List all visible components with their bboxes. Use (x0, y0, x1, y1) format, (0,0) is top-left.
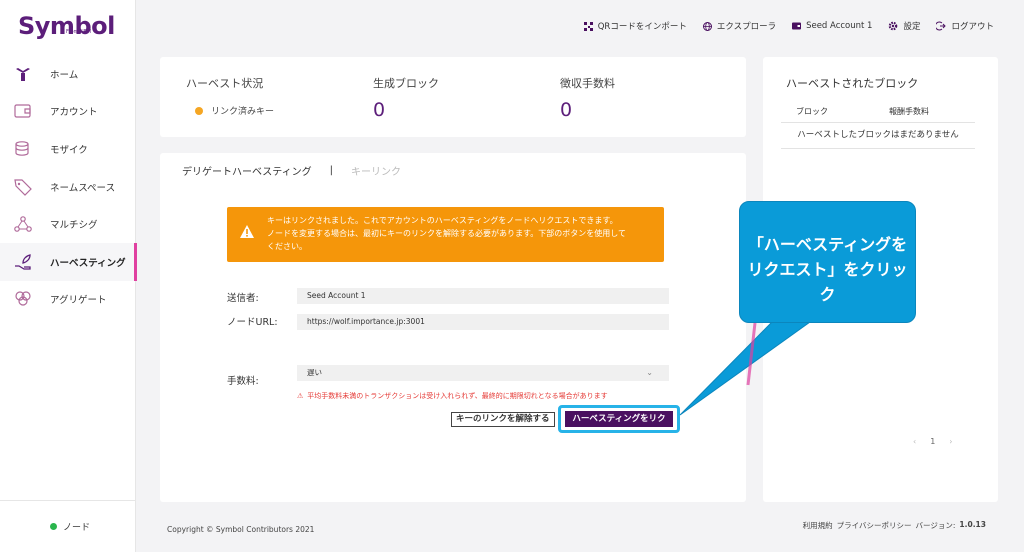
sidebar-item-account[interactable]: アカウント (0, 93, 136, 131)
symbol-logo[interactable]: Symbol (18, 12, 115, 40)
sidebar-item-label: モザイク (50, 144, 88, 156)
tabs: デリゲートハーベスティング | キーリンク (182, 163, 401, 178)
explorer-link[interactable]: エクスプローラ (702, 20, 777, 32)
node-label: ノード (63, 523, 91, 533)
qr-icon (583, 21, 593, 31)
explorer-label: エクスプローラ (716, 22, 777, 32)
notice-line: ください。 (267, 242, 307, 251)
harvested-blocks-title: ハーベストされたブロック (786, 77, 919, 90)
sidebar-item-multisig[interactable]: マルチシグ (0, 205, 136, 243)
sidebar-item-harvesting[interactable]: ハーベスティング (0, 242, 137, 281)
version-value: 1.0.13 (959, 520, 986, 529)
mosaic-icon (13, 139, 33, 159)
logo-subtitle: From NEM (66, 29, 92, 35)
column-block: ブロック (796, 107, 828, 116)
logout-icon (936, 21, 947, 31)
chevron-down-icon: ⌄ (646, 368, 653, 377)
sidebar-item-label: アグリゲート (50, 295, 107, 307)
request-harvesting-button[interactable]: ハーベスティングをリク (565, 411, 673, 427)
sidebar-item-aggregate[interactable]: アグリゲート (0, 281, 136, 319)
key-linked-notice: キーはリンクされました。これでアカウントのハーベスティングをノードへリクエストで… (227, 207, 664, 262)
settings-link[interactable]: 設定 (888, 20, 920, 32)
next-page-icon[interactable]: › (949, 437, 952, 446)
notice-line: ノードを変更する場合は、最初にキーのリンクを解除する必要があります。下部のボタン… (267, 229, 626, 238)
harvesting-form-card: デリゲートハーベスティング | キーリンク キーはリンクされました。これでアカウ… (160, 153, 746, 502)
tab-separator: | (329, 165, 333, 176)
fee-warning: ⚠ 平均手数料未満のトランザクションは受け入れられず、最終的に期限切れとなる場合… (297, 391, 608, 401)
empty-message: ハーベストしたブロックはまだありません (781, 123, 975, 149)
tab-delegated-harvesting[interactable]: デリゲートハーベスティング (182, 163, 312, 178)
multisig-icon (13, 214, 33, 234)
prev-page-icon[interactable]: ‹ (913, 437, 916, 446)
request-button-highlight: ハーベスティングをリク (558, 405, 680, 433)
fee-label: 手数料: (227, 376, 259, 387)
sidebar: Symbol From NEM ホーム アカウント モザイク ネームスペース マ… (0, 0, 137, 552)
callout-line: 「ハーベスティングを (747, 235, 908, 254)
globe-icon (702, 21, 712, 31)
node-status[interactable]: ノード (50, 520, 90, 533)
column-reward: 報酬手数料 (889, 107, 929, 116)
sidebar-item-label: ホーム (50, 69, 79, 81)
tab-key-link[interactable]: キーリンク (351, 163, 401, 178)
instruction-callout: 「ハーベスティングを リクエスト」をクリック (739, 201, 916, 323)
table-header: ブロック 報酬手数料 (781, 101, 975, 123)
privacy-link[interactable]: プライバシーポリシー (837, 520, 912, 531)
sender-field[interactable]: Seed Account 1 (297, 288, 669, 304)
fees-value: 0 (560, 99, 573, 121)
alert-icon: ⚠ (297, 392, 304, 400)
fees-label: 徴収手数料 (560, 77, 615, 90)
linked-key-status: リンク済みキー (195, 104, 274, 117)
version-label: バージョン: (915, 521, 956, 530)
aggregate-icon (13, 289, 33, 309)
gear-icon (889, 21, 898, 31)
logo-text: Symbol (18, 12, 115, 40)
fee-selected-value: 遅い (307, 368, 322, 377)
linked-key-label: リンク済みキー (211, 107, 275, 117)
fee-warning-text: 平均手数料未満のトランザクションは受け入れられず、最終的に期限切れとなる場合があ… (307, 392, 608, 400)
sidebar-item-mosaic[interactable]: モザイク (0, 130, 136, 168)
copyright: Copyright © Symbol Contributors 2021 (167, 525, 315, 534)
harvesting-icon (13, 252, 33, 272)
node-url-label: ノードURL: (227, 317, 278, 328)
blocks-value: 0 (373, 99, 386, 121)
account-icon (13, 101, 33, 121)
node-status-dot (50, 523, 57, 530)
logout-link[interactable]: ログアウト (936, 20, 994, 32)
notice-line: キーはリンクされました。これでアカウントのハーベスティングをノードへリクエストで… (267, 216, 618, 225)
sidebar-item-home[interactable]: ホーム (0, 55, 136, 93)
qr-import-label: QRコードをインポート (597, 22, 687, 32)
callout-line: リクエスト」をクリック (747, 260, 908, 304)
page-number[interactable]: 1 (930, 437, 935, 446)
account-link[interactable]: Seed Account 1 (792, 21, 872, 31)
status-dot (195, 106, 203, 115)
harvest-status-card: ハーベスト状況 リンク済みキー 生成ブロック 0 徴収手数料 0 (160, 57, 746, 137)
top-bar: QRコードをインポート エクスプローラ Seed Account 1 設定 ログ… (568, 20, 994, 32)
sidebar-item-namespace[interactable]: ネームスペース (0, 168, 136, 206)
warning-icon (239, 224, 255, 262)
notice-text: キーはリンクされました。これでアカウントのハーベスティングをノードへリクエストで… (267, 214, 626, 262)
sidebar-nav: ホーム アカウント モザイク ネームスペース マルチシグ ハーベスティング アグ… (0, 55, 137, 319)
sidebar-item-label: マルチシグ (50, 220, 98, 232)
harvest-status-label: ハーベスト状況 (186, 77, 264, 90)
unlink-key-button[interactable]: キーのリンクを解除する (451, 412, 555, 427)
footer-links: 利用規約 プライバシーポリシー バージョン: 1.0.13 (803, 520, 986, 531)
node-url-field[interactable]: https://wolf.importance.jp:3001 (297, 314, 669, 330)
account-label: Seed Account 1 (806, 21, 873, 31)
qr-import-link[interactable]: QRコードをインポート (583, 20, 687, 32)
sidebar-divider (0, 500, 136, 501)
home-icon (13, 64, 33, 84)
terms-link[interactable]: 利用規約 (803, 520, 833, 531)
sidebar-item-label: アカウント (50, 107, 98, 119)
wallet-icon (792, 22, 802, 30)
settings-label: 設定 (903, 22, 921, 32)
namespace-icon (13, 177, 33, 197)
sidebar-item-label: ネームスペース (50, 182, 116, 194)
logout-label: ログアウト (951, 22, 994, 32)
fee-select[interactable]: 遅い ⌄ (297, 365, 669, 381)
pagination: ‹ 1 › (913, 437, 953, 446)
blocks-label: 生成ブロック (373, 77, 439, 90)
sidebar-item-label: ハーベスティング (50, 257, 126, 269)
sender-label: 送信者: (227, 293, 259, 304)
